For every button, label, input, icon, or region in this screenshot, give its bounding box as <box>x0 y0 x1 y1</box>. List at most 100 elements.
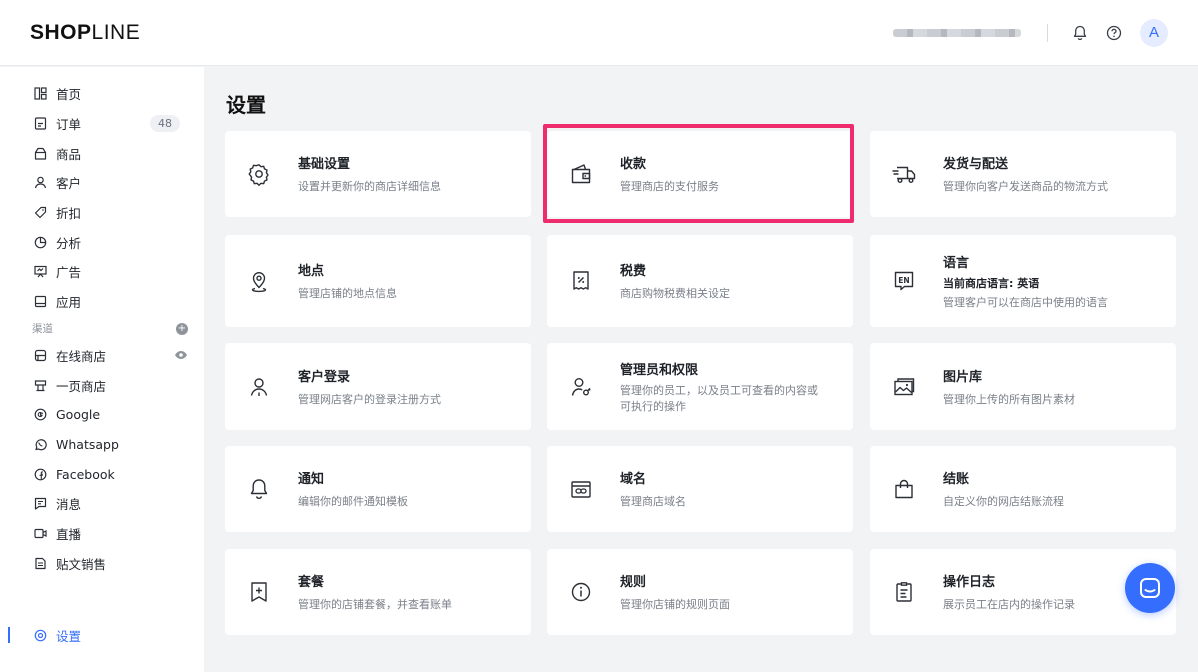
sidebar-item-label: 应用 <box>56 295 82 311</box>
sidebar-item-products[interactable]: 商品 <box>0 138 204 168</box>
logo-bold-text: SHOP <box>30 20 92 44</box>
card-title: 域名 <box>620 472 647 487</box>
shopline-logo[interactable]: SHOPLINE <box>30 21 140 45</box>
sidebar-item-apps[interactable]: 应用 <box>0 287 204 317</box>
sidebar-item-label: 贴文销售 <box>56 556 107 572</box>
card-description-line1: 管理你的员工，以及员工可查看的内容或 <box>620 383 818 397</box>
orders-count-badge: 48 <box>150 115 180 133</box>
sidebar-item-ads[interactable]: 广告 <box>0 257 204 287</box>
current-language-text: 当前商店语言: 英语 <box>943 276 1040 290</box>
card-description: 商店购物税费相关设定 <box>620 287 730 300</box>
top-divider <box>1047 23 1048 42</box>
card-customer-login[interactable]: 客户登录 管理网店客户的登录注册方式 <box>225 343 531 430</box>
card-checkout[interactable]: 结账 自定义你的网店结账流程 <box>870 446 1176 532</box>
sidebar-item-label: 客户 <box>56 176 82 192</box>
card-title: 税费 <box>620 264 647 279</box>
customer-icon <box>32 175 48 191</box>
truck-icon <box>890 160 918 188</box>
card-title: 管理员和权限 <box>620 362 699 378</box>
card-description: 管理你向客户发送商品的物流方式 <box>943 180 1108 193</box>
card-description: 管理客户可以在商店中使用的语言 <box>943 295 1108 309</box>
sidebar-item-live[interactable]: 直播 <box>0 519 204 549</box>
chat-icon <box>1138 576 1162 600</box>
sidebar-item-label: 一页商店 <box>56 378 107 394</box>
customer-login-icon <box>245 373 273 401</box>
shopping-bag-icon <box>890 475 918 503</box>
sidebar-item-google[interactable]: Google <box>0 400 204 430</box>
channels-section-label: 渠道 + <box>0 317 204 341</box>
card-description-line2: 可执行的操作 <box>620 399 686 413</box>
card-title: 发货与配送 <box>943 157 1009 172</box>
eye-icon[interactable] <box>174 350 188 360</box>
sidebar-item-label: 订单 <box>56 117 82 133</box>
card-title: 客户登录 <box>298 369 351 385</box>
card-title: 图片库 <box>943 369 983 385</box>
bell-icon[interactable] <box>1070 23 1090 43</box>
sidebar-item-label: 折扣 <box>56 206 82 222</box>
card-description: 管理店铺的地点信息 <box>298 287 397 300</box>
one-page-store-icon <box>32 377 48 393</box>
card-description: 管理商店域名 <box>620 495 686 508</box>
sidebar-item-label: 分析 <box>56 235 82 251</box>
store-name-blurred[interactable] <box>893 28 1021 37</box>
sidebar-item-messages[interactable]: 消息 <box>0 489 204 519</box>
card-shipping[interactable]: 发货与配送管理你向客户发送商品的物流方式 <box>870 131 1176 217</box>
gear-icon <box>245 160 273 188</box>
card-title: 结账 <box>943 472 970 487</box>
sidebar-item-orders[interactable]: 订单 48 <box>0 109 204 139</box>
card-title: 操作日志 <box>943 575 996 590</box>
message-icon <box>32 496 48 512</box>
sidebar-item-label: Google <box>56 407 101 423</box>
settings-gear-icon <box>32 627 48 643</box>
card-title: 套餐 <box>298 575 325 590</box>
sidebar-item-facebook[interactable]: Facebook <box>0 459 204 489</box>
chat-widget-button[interactable] <box>1125 563 1175 613</box>
add-channel-icon[interactable]: + <box>176 322 188 335</box>
google-icon <box>32 407 48 423</box>
page-title: 设置 <box>226 93 266 117</box>
sidebar-item-label: Facebook <box>56 466 115 482</box>
card-policies[interactable]: 规则 管理你店铺的规则页面 <box>547 549 853 635</box>
channels-label-text: 渠道 <box>32 323 53 335</box>
card-notifications[interactable]: 通知编辑你的邮件通知模板 <box>225 446 531 532</box>
card-domains[interactable]: 域名 管理商店域名 <box>547 446 853 532</box>
card-plans[interactable]: 套餐 管理你的店铺套餐，并查看账单 <box>225 549 531 635</box>
card-basic-settings[interactable]: 基础设置 设置并更新你的商店详细信息 <box>225 131 531 217</box>
sidebar-item-whatsapp[interactable]: Whatsapp <box>0 430 204 460</box>
card-staff-permissions[interactable]: 管理员和权限管理你的员工，以及员工可查看的内容或 可执行的操作 <box>547 343 853 430</box>
sidebar-item-post-sales[interactable]: 贴文销售 <box>0 548 204 578</box>
sidebar-item-one-page-store[interactable]: 一页商店 <box>0 370 204 400</box>
avatar-letter: A <box>1148 24 1159 41</box>
apps-icon <box>32 294 48 310</box>
sidebar-item-label: 消息 <box>56 497 82 513</box>
sidebar-item-label: 设置 <box>56 628 82 644</box>
log-icon <box>890 578 918 606</box>
card-payments[interactable]: 收款 管理商店的支付服务 <box>547 131 853 217</box>
card-description: 编辑你的邮件通知模板 <box>298 495 408 508</box>
sidebar-item-label: 广告 <box>56 265 82 281</box>
sidebar-item-home[interactable]: 首页 <box>0 79 204 109</box>
card-title: 语言 <box>943 255 970 271</box>
card-title: 规则 <box>620 575 647 590</box>
analytics-icon <box>32 234 48 250</box>
language-icon: EN <box>890 267 918 295</box>
sidebar-item-analytics[interactable]: 分析 <box>0 227 204 257</box>
card-image-gallery[interactable]: 图片库 管理你上传的所有图片素材 <box>870 343 1176 430</box>
card-description: 设置并更新你的商店详细信息 <box>298 180 441 193</box>
info-icon <box>567 578 595 606</box>
help-icon[interactable] <box>1104 23 1124 43</box>
card-language[interactable]: EN 语言当前商店语言: 英语管理客户可以在商店中使用的语言 <box>870 235 1176 327</box>
card-title: 通知 <box>298 472 325 487</box>
sidebar: 首页 订单 48 商品 客户 折扣 分析 广告 应用 渠道 + 在线商店 一页商 <box>0 67 204 672</box>
card-locations[interactable]: 地点 管理店铺的地点信息 <box>225 235 531 327</box>
sidebar-item-online-store[interactable]: 在线商店 <box>0 341 204 371</box>
bell-icon <box>245 475 273 503</box>
active-indicator <box>8 627 10 643</box>
card-taxes[interactable]: 税费商店购物税费相关设定 <box>547 235 853 327</box>
sidebar-item-customers[interactable]: 客户 <box>0 168 204 198</box>
sidebar-item-settings[interactable]: 设置 <box>0 621 204 649</box>
avatar[interactable]: A <box>1140 18 1168 47</box>
card-description: 管理商店的支付服务 <box>620 180 719 193</box>
whatsapp-icon <box>32 436 48 452</box>
sidebar-item-discounts[interactable]: 折扣 <box>0 198 204 228</box>
